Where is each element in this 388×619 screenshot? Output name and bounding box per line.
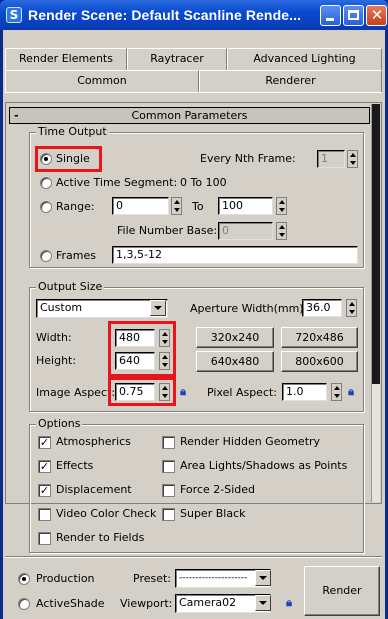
image-aspect-highlight (108, 377, 176, 406)
viewport-chevron-down-icon[interactable] (255, 595, 271, 611)
title-bar[interactable]: S Render Scene: Default Scanline Rende..… (0, 0, 388, 30)
time-output-legend: Time Output (36, 125, 109, 138)
aperture-width-label: Aperture Width(mm): (190, 302, 308, 315)
aperture-width-spinner[interactable] (346, 299, 357, 317)
file-number-base-label: File Number Base: (117, 224, 218, 237)
range-from-spinner[interactable] (171, 197, 182, 215)
render-to-fields-checkbox[interactable] (38, 532, 51, 545)
every-nth-frame-spinner[interactable] (347, 150, 358, 168)
activeshade-radio[interactable] (18, 598, 30, 610)
frames-field[interactable]: 1,3,5-12 (112, 246, 358, 264)
area-lights-shadows-label: Area Lights/Shadows as Points (180, 459, 348, 472)
file-number-base-field[interactable]: 0 (218, 222, 273, 240)
width-height-highlight (108, 321, 176, 377)
render-button[interactable]: Render (304, 566, 380, 616)
collapse-icon[interactable]: - (14, 108, 19, 123)
preset-800x600-button[interactable]: 800x600 (281, 351, 358, 372)
pixel-aspect-spinner[interactable] (331, 383, 342, 401)
preset-320x240-button[interactable]: 320x240 (196, 327, 274, 348)
active-time-segment-radio[interactable] (40, 177, 52, 189)
image-aspect-lock-icon[interactable]: 🔒︎ (177, 383, 189, 401)
video-color-check-checkbox[interactable] (38, 508, 51, 521)
range-from-field[interactable]: 0 (112, 197, 169, 215)
viewport-lock-icon[interactable]: 🔒︎ (283, 594, 295, 612)
file-number-base-spinner[interactable] (276, 222, 287, 240)
rollout-title: Common Parameters (131, 109, 248, 122)
every-nth-frame-label: Every Nth Frame: (200, 152, 296, 165)
image-aspect-label: Image Aspect: (36, 386, 116, 399)
chevron-down-icon[interactable] (150, 300, 166, 316)
output-size-legend: Output Size (36, 280, 105, 293)
render-hidden-geometry-label: Render Hidden Geometry (180, 435, 321, 448)
tab-advanced-lighting[interactable]: Advanced Lighting (227, 48, 382, 70)
area-lights-shadows-checkbox[interactable] (162, 460, 175, 473)
super-black-checkbox[interactable] (162, 508, 175, 521)
displacement-label: Displacement (56, 483, 132, 496)
range-to-spinner[interactable] (276, 197, 287, 215)
range-radio[interactable] (40, 201, 52, 213)
effects-checkbox[interactable]: ✓ (38, 460, 51, 473)
width-label: Width: (36, 331, 72, 344)
displacement-checkbox[interactable]: ✓ (38, 484, 51, 497)
every-nth-frame-field[interactable]: 1 (317, 150, 345, 168)
active-time-segment-label: Active Time Segment: (56, 176, 178, 189)
preset-chevron-down-icon[interactable] (255, 570, 271, 586)
render-hidden-geometry-checkbox[interactable] (162, 436, 175, 449)
range-to-label: To (192, 200, 204, 213)
production-radio[interactable] (18, 573, 30, 585)
options-legend: Options (36, 417, 83, 430)
production-label: Production (36, 572, 95, 585)
tab-renderer[interactable]: Renderer (199, 70, 382, 92)
viewport-label: Viewport: (120, 597, 173, 610)
output-size-preset-dropdown[interactable]: Custom (36, 299, 168, 318)
preset-label: Preset: (133, 572, 172, 585)
tab-raytracer[interactable]: Raytracer (127, 48, 227, 70)
tab-divider (5, 92, 382, 93)
close-button[interactable]: ✕ (366, 5, 387, 26)
scrollbar-thumb[interactable] (372, 104, 380, 384)
force-2-sided-label: Force 2-Sided (180, 483, 255, 496)
app-icon[interactable]: S (6, 7, 22, 23)
frames-radio[interactable] (40, 250, 52, 262)
tab-render-elements[interactable]: Render Elements (5, 48, 127, 70)
activeshade-label: ActiveShade (36, 597, 105, 610)
atmospherics-label: Atmospherics (56, 435, 131, 448)
effects-label: Effects (56, 459, 94, 472)
pixel-aspect-lock-icon[interactable]: 🔒︎ (345, 383, 357, 401)
height-label: Height: (36, 354, 77, 367)
video-color-check-label: Video Color Check (56, 507, 157, 520)
active-time-segment-range: 0 To 100 (180, 176, 227, 189)
close-icon: ✕ (370, 6, 384, 24)
range-label: Range: (56, 200, 95, 213)
rollout-header-common-parameters[interactable]: - Common Parameters (9, 107, 370, 124)
atmospherics-checkbox[interactable]: ✓ (38, 436, 51, 449)
preset-720x486-button[interactable]: 720x486 (281, 327, 358, 348)
frames-label: Frames (56, 249, 97, 262)
window-title: Render Scene: Default Scanline Rende... (28, 7, 302, 23)
maximize-icon (348, 10, 359, 20)
aperture-width-field[interactable]: 36.0 (302, 299, 342, 317)
preset-640x480-button[interactable]: 640x480 (196, 351, 274, 372)
bottom-divider-highlight (5, 557, 382, 558)
maximize-button[interactable] (343, 5, 364, 26)
single-highlight (35, 146, 102, 172)
pixel-aspect-field[interactable]: 1.0 (282, 383, 327, 401)
minimize-icon (326, 18, 334, 21)
range-to-field[interactable]: 100 (218, 197, 273, 215)
force-2-sided-checkbox[interactable] (162, 484, 175, 497)
render-to-fields-label: Render to Fields (56, 531, 145, 544)
super-black-label: Super Black (180, 507, 246, 520)
pixel-aspect-label: Pixel Aspect: (207, 386, 278, 399)
tab-common[interactable]: Common (5, 70, 199, 92)
minimize-button[interactable] (320, 5, 341, 26)
